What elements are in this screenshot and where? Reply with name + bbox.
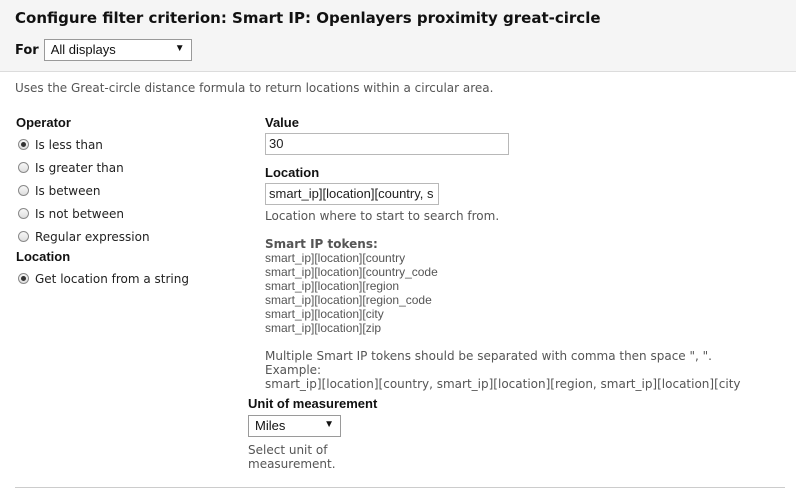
radio-icon[interactable] [18, 162, 29, 173]
operator-option-regex[interactable]: Regular expression [16, 225, 189, 248]
location-label: Location [265, 165, 320, 180]
radio-checked-icon[interactable] [18, 139, 29, 150]
for-label: For [15, 42, 39, 58]
unit-section: Unit of measurement Miles ▼ Select unit … [248, 396, 377, 471]
token-item: smart_ip][location][region [265, 279, 400, 293]
location-source-label: Location [16, 249, 71, 264]
token-item: smart_ip][location][region_code [265, 293, 432, 307]
option-label: Regular expression [35, 229, 150, 244]
dropdown-arrow-icon: ▼ [324, 419, 334, 430]
tokens-note-line: Multiple Smart IP tokens should be separ… [265, 349, 712, 377]
unit-help: Select unit of measurement. [248, 443, 377, 471]
unit-select[interactable]: Miles ▼ [248, 415, 341, 437]
dialog-header: Configure filter criterion: Smart IP: Op… [0, 0, 796, 72]
left-column: Operator Is less than Is greater than Is… [16, 115, 189, 290]
tokens-note-line: smart_ip][location][country, smart_ip][l… [265, 377, 741, 391]
right-column: Value 30 Location smart_ip][location][co… [265, 115, 765, 391]
radio-icon[interactable] [18, 185, 29, 196]
option-label: Get location from a string [35, 271, 189, 286]
option-label: Is not between [35, 206, 124, 221]
value-label: Value [265, 115, 299, 130]
page-title: Configure filter criterion: Smart IP: Op… [15, 9, 601, 27]
bottom-divider [15, 487, 785, 488]
token-item: smart_ip][location][country_code [265, 265, 438, 279]
operator-option-between[interactable]: Is between [16, 179, 189, 202]
operator-option-not-between[interactable]: Is not between [16, 202, 189, 225]
for-select[interactable]: All displays ▼ [43, 39, 192, 61]
location-option-string[interactable]: Get location from a string [16, 267, 189, 290]
radio-icon[interactable] [18, 208, 29, 219]
radio-icon[interactable] [18, 231, 29, 242]
unit-help-line: measurement. [248, 457, 336, 471]
operator-option-greater-than[interactable]: Is greater than [16, 156, 189, 179]
token-item: smart_ip][location][country [265, 251, 406, 265]
token-item: smart_ip][location][zip [265, 321, 382, 335]
tokens-title: Smart IP tokens: [265, 237, 378, 251]
option-label: Is between [35, 183, 101, 198]
option-label: Is greater than [35, 160, 124, 175]
tokens-note: Multiple Smart IP tokens should be separ… [265, 349, 765, 391]
for-row: For All displays ▼ [15, 39, 192, 61]
unit-select-value: Miles [255, 418, 286, 433]
location-help: Location where to start to search from. [265, 209, 500, 223]
dropdown-arrow-icon: ▼ [174, 43, 185, 54]
value-input[interactable]: 30 [265, 133, 509, 155]
for-select-value: All displays [50, 42, 116, 57]
filter-description: Uses the Great-circle distance formula t… [15, 81, 494, 95]
location-input[interactable]: smart_ip][location][country, s [265, 183, 439, 205]
option-label: Is less than [35, 137, 103, 152]
operator-label: Operator [16, 115, 71, 130]
radio-checked-icon[interactable] [18, 273, 29, 284]
unit-label: Unit of measurement [248, 396, 378, 411]
token-item: smart_ip][location][city [265, 307, 384, 321]
unit-help-line: Select unit of [248, 443, 328, 457]
operator-option-less-than[interactable]: Is less than [16, 133, 189, 156]
